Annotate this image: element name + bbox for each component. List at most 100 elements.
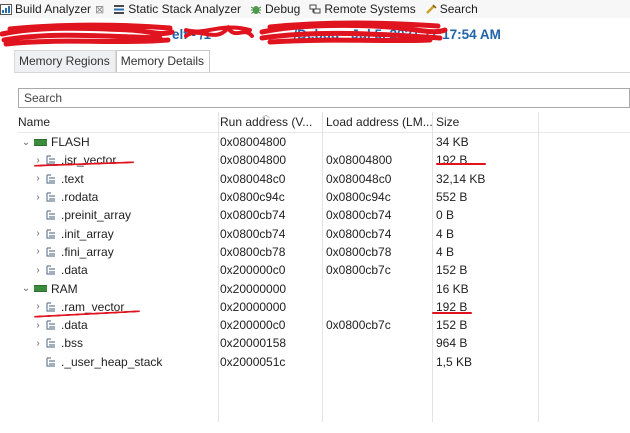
tab-static-stack-analyzer[interactable]: Static Stack Analyzer: [113, 2, 241, 16]
run-address-cell: 0x0800c94c: [220, 190, 285, 205]
expand-chevron-right-icon[interactable]: ›: [32, 338, 44, 349]
expand-chevron-down-icon[interactable]: ⌄: [20, 137, 32, 148]
run-address-cell: 0x0800cb78: [220, 244, 286, 259]
close-icon[interactable]: ⊠: [95, 3, 104, 16]
section-name: ._user_heap_stack: [61, 354, 163, 369]
search-input[interactable]: [18, 88, 630, 108]
column-divider: [322, 112, 323, 422]
load-address-cell: [326, 298, 436, 316]
search-icon: [425, 3, 437, 14]
red-underline-isr-size: [436, 163, 486, 165]
memory-region-icon: [34, 285, 47, 293]
name-cell: › .ram_vector: [18, 298, 232, 316]
tab-label: Remote Systems: [324, 2, 416, 16]
expand-chevron-right-icon[interactable]: ›: [32, 228, 44, 239]
debug-icon: [250, 5, 262, 14]
tab-remote-systems[interactable]: Remote Systems: [309, 2, 416, 16]
section-name: RAM: [51, 281, 78, 296]
section-icon: [46, 247, 55, 257]
expand-chevron-down-icon[interactable]: ⌄: [20, 283, 32, 294]
section-name: .data: [61, 318, 88, 333]
tab-debug[interactable]: Debug: [250, 2, 300, 16]
load-address-cell: 0x0800cb78: [326, 244, 392, 259]
size-cell: 16 KB: [436, 281, 469, 296]
section-name: FLASH: [51, 135, 90, 150]
tab-memory-regions[interactable]: Memory Regions: [14, 50, 116, 73]
section-icon: [46, 265, 55, 275]
size-cell: 0 B: [436, 208, 455, 223]
load-address-cell: 0x0800cb74: [326, 208, 392, 223]
tab-label: Debug: [264, 2, 301, 16]
redaction-scribble: [0, 20, 448, 47]
name-cell: ⌄ FLASH: [18, 133, 220, 151]
remote-systems-icon: [309, 4, 321, 13]
name-cell: › .fini_array: [18, 243, 232, 261]
column-load-address[interactable]: Load address (LM...: [326, 112, 436, 132]
name-cell: ._user_heap_stack: [18, 353, 232, 371]
name-cell: › .isr_vector: [18, 151, 232, 169]
name-cell: › .data: [18, 261, 232, 279]
section-icon: [46, 210, 55, 220]
column-run-address[interactable]: Run address (V...: [220, 112, 320, 132]
section-icon: [46, 320, 55, 330]
load-address-cell: 0x0800cb7c: [326, 318, 391, 333]
run-address-cell: 0x080048c0: [220, 171, 286, 186]
load-address-cell: [326, 133, 436, 151]
size-cell: 4 B: [436, 244, 455, 259]
expand-chevron-right-icon[interactable]: ›: [32, 246, 44, 257]
name-cell: ⌄ RAM: [18, 279, 220, 297]
run-address-cell: 0x20000158: [220, 336, 287, 351]
section-icon: [46, 338, 55, 349]
expand-chevron-right-icon[interactable]: ›: [32, 301, 44, 312]
name-cell: › .bss: [18, 334, 232, 352]
run-address-cell: 0x20000000: [220, 299, 287, 314]
load-address-cell: 0x080048c0: [326, 171, 392, 186]
column-size[interactable]: Size: [436, 112, 536, 132]
size-cell: 152 B: [436, 318, 468, 333]
expand-chevron-right-icon[interactable]: ›: [32, 173, 44, 184]
stack-analyzer-icon: [114, 4, 125, 14]
load-address-cell: 0x0800cb7c: [326, 263, 391, 278]
run-address-cell: 0x200000c0: [220, 263, 286, 278]
name-cell: › .text: [18, 170, 232, 188]
load-address-cell: 0x08004800: [326, 153, 393, 168]
size-cell: 552 B: [436, 190, 468, 205]
section-icon: [46, 174, 55, 184]
size-cell: 152 B: [436, 263, 468, 278]
section-icon: [46, 192, 55, 202]
view-tab-bar: Build Analyzer ⊠ Static Stack Analyzer D…: [0, 0, 630, 18]
size-cell: 34 KB: [436, 135, 469, 150]
run-address-cell: 0x20000000: [220, 281, 287, 296]
load-address-cell: 0x0800c94c: [326, 190, 391, 205]
load-address-cell: [326, 353, 436, 371]
load-address-cell: [326, 279, 436, 297]
column-name[interactable]: Name: [18, 112, 218, 132]
tab-build-analyzer[interactable]: Build Analyzer ⊠: [0, 2, 104, 16]
size-cell: 192 B: [436, 153, 468, 168]
column-divider: [432, 112, 433, 422]
column-divider: [218, 112, 219, 422]
run-address-cell: 0x200000c0: [220, 318, 286, 333]
name-cell: .preinit_array: [18, 206, 232, 224]
expand-chevron-right-icon[interactable]: ›: [32, 265, 44, 276]
expand-chevron-right-icon[interactable]: ›: [32, 320, 44, 331]
expand-chevron-right-icon[interactable]: ›: [32, 192, 44, 203]
build-analyzer-icon: [0, 3, 12, 15]
tab-memory-details[interactable]: Memory Details: [115, 50, 211, 73]
column-divider: [538, 112, 539, 422]
section-name: .preinit_array: [61, 208, 132, 223]
size-cell: 964 B: [436, 336, 468, 351]
name-cell: › .data: [18, 316, 232, 334]
section-icon: [46, 302, 55, 312]
memory-view-tabs: Memory Regions Memory Details: [14, 50, 211, 73]
section-name: .init_array: [61, 226, 114, 241]
section-icon: [46, 229, 55, 239]
tab-search[interactable]: Search: [425, 2, 478, 16]
red-underline-ram-size: [432, 312, 472, 314]
sort-indicator-icon: ︿: [262, 110, 270, 119]
size-cell: 32,14 KB: [436, 171, 486, 186]
load-address-cell: [326, 334, 436, 352]
run-address-cell: 0x08004800: [220, 153, 287, 168]
tab-label: Search: [439, 2, 478, 16]
tab-label: Build Analyzer: [15, 2, 92, 16]
